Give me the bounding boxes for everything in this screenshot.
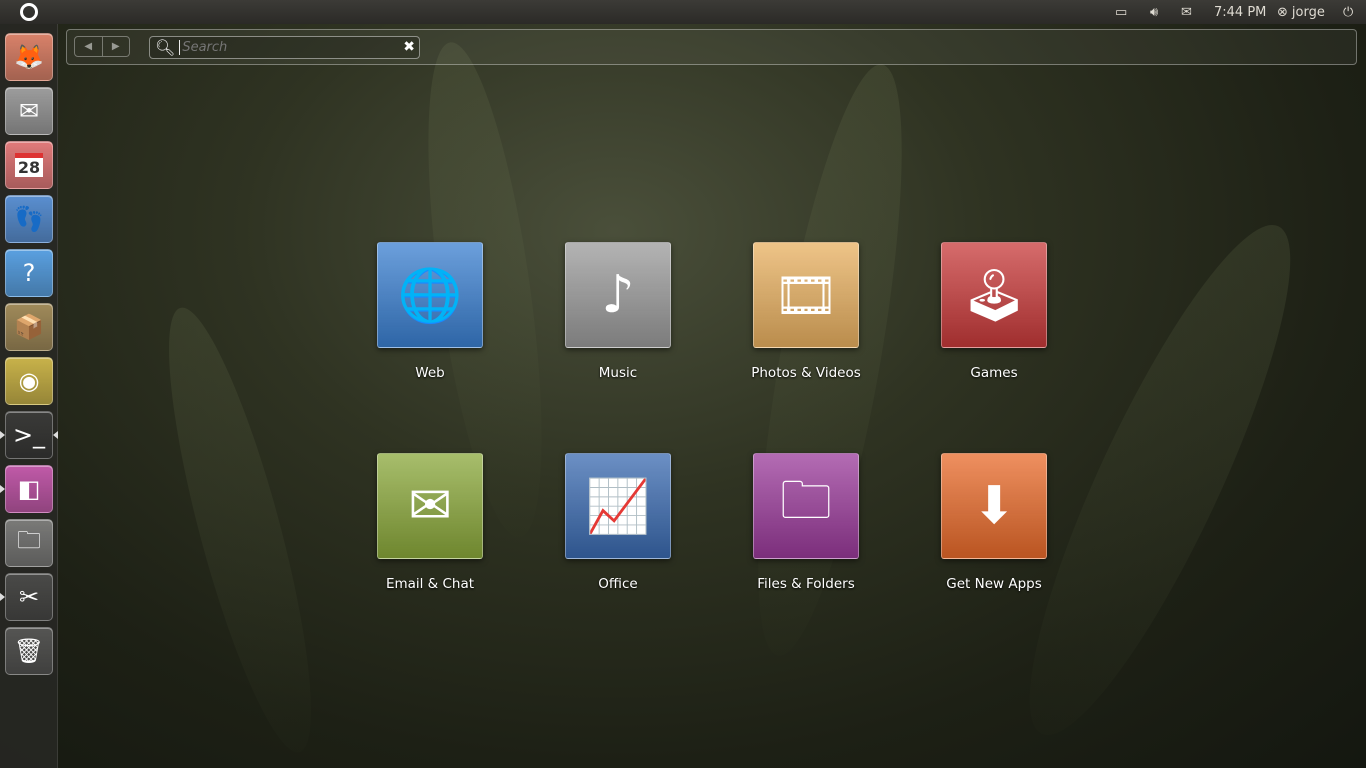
calendar-icon: 28 xyxy=(14,153,44,177)
clear-search-icon[interactable]: ✖ xyxy=(403,39,415,55)
launcher-item-software-center[interactable]: 📦 xyxy=(5,303,53,351)
app-label: Office xyxy=(598,576,638,592)
running-indicator xyxy=(0,593,5,601)
launcher-item-files[interactable]: 🗀 xyxy=(5,519,53,567)
running-indicator xyxy=(0,485,5,493)
app-label: Photos & Videos xyxy=(751,365,861,381)
dash-app-photos-videos[interactable]: 🎞 Photos & Videos xyxy=(726,242,886,381)
launcher-item-trash[interactable]: 🗑 xyxy=(5,627,53,675)
email-chat-icon: ✉ xyxy=(377,453,483,559)
ubuntu-logo-icon[interactable] xyxy=(20,3,38,21)
app-label: Music xyxy=(598,365,638,381)
help-icon: ? xyxy=(22,259,36,287)
clock[interactable]: 7:44 PM xyxy=(1214,4,1266,20)
terminal-icon: >_ xyxy=(12,421,46,449)
launcher-item-help[interactable]: ? xyxy=(5,249,53,297)
dash-search-bar: ◀ ▶ 🔍︎ ✖ xyxy=(66,29,1357,65)
dash-app-files-folders[interactable]: 🗀 Files & Folders xyxy=(726,453,886,592)
dash-app-music[interactable]: ♪ Music xyxy=(538,242,698,381)
dash-app-web[interactable]: 🌐 Web xyxy=(350,242,510,381)
dash-app-get-new-apps[interactable]: ⬇ Get New Apps xyxy=(914,453,1074,592)
music-icon: ♪ xyxy=(565,242,671,348)
search-icon: 🔍︎ xyxy=(155,38,176,57)
user-name: jorge xyxy=(1291,4,1325,20)
app-label: Email & Chat xyxy=(385,576,475,592)
launcher-item-firefox[interactable]: 🦊 xyxy=(5,33,53,81)
globe-icon: 🌐 xyxy=(377,242,483,348)
mail-icon: ✉ xyxy=(18,97,40,125)
dash-app-office[interactable]: 📈 Office xyxy=(538,453,698,592)
dash-app-email-chat[interactable]: ✉ Email & Chat xyxy=(350,453,510,592)
trash-icon: 🗑 xyxy=(13,637,45,665)
launcher-item-mail[interactable]: ✉ xyxy=(5,87,53,135)
chat-icon: 👣 xyxy=(14,205,44,233)
dash-app-games[interactable]: 🕹 Games xyxy=(914,242,1074,381)
battery-icon[interactable]: ▭ xyxy=(1115,4,1127,20)
launcher-item-system-tools[interactable]: ✂ xyxy=(5,573,53,621)
office-chart-icon: 📈 xyxy=(565,453,671,559)
back-button[interactable]: ◀ xyxy=(75,37,103,56)
user-menu[interactable]: ⊗ jorge xyxy=(1277,4,1325,20)
folder-icon: 🗀 xyxy=(17,525,41,554)
search-box[interactable]: 🔍︎ ✖ xyxy=(149,36,420,59)
launcher-item-empathy[interactable]: 👣 xyxy=(5,195,53,243)
workspace-switcher-icon: ◧ xyxy=(17,475,41,503)
app-label: Web xyxy=(415,365,445,381)
folder-icon: 🗀 xyxy=(753,453,859,559)
speaker-icon: ◉ xyxy=(18,367,40,395)
search-input[interactable] xyxy=(179,40,400,55)
volume-icon[interactable]: 🔊︎ xyxy=(1150,4,1158,20)
photos-icon: 🎞 xyxy=(753,242,859,348)
mail-icon[interactable]: ✉ xyxy=(1181,4,1192,20)
download-icon: ⬇ xyxy=(941,453,1047,559)
top-panel: ▭ 🔊︎ ✉ 7:44 PM ⊗ jorge ⏻ xyxy=(0,0,1366,24)
launcher-item-calendar[interactable]: 28 xyxy=(5,141,53,189)
power-icon[interactable]: ⏻ xyxy=(1343,4,1353,20)
launcher: 🦊 ✉ 28 👣? 📦 ◉ >_ ◧ 🗀 ✂ 🗑 xyxy=(0,24,58,768)
launcher-item-speaker[interactable]: ◉ xyxy=(5,357,53,405)
nav-buttons: ◀ ▶ xyxy=(74,36,130,57)
user-status-icon: ⊗ xyxy=(1277,4,1288,20)
firefox-icon: 🦊 xyxy=(14,43,44,71)
app-label: Games xyxy=(970,365,1018,381)
package-icon: 📦 xyxy=(14,313,44,341)
launcher-item-workspaces[interactable]: ◧ xyxy=(5,465,53,513)
forward-button[interactable]: ▶ xyxy=(103,37,130,56)
app-label: Files & Folders xyxy=(757,576,855,592)
launcher-item-terminal[interactable]: >_ xyxy=(5,411,53,459)
focused-indicator xyxy=(53,431,58,439)
tools-icon: ✂ xyxy=(18,583,40,611)
app-label: Get New Apps xyxy=(946,576,1042,592)
running-indicator xyxy=(0,431,5,439)
joystick-icon: 🕹 xyxy=(941,242,1047,348)
